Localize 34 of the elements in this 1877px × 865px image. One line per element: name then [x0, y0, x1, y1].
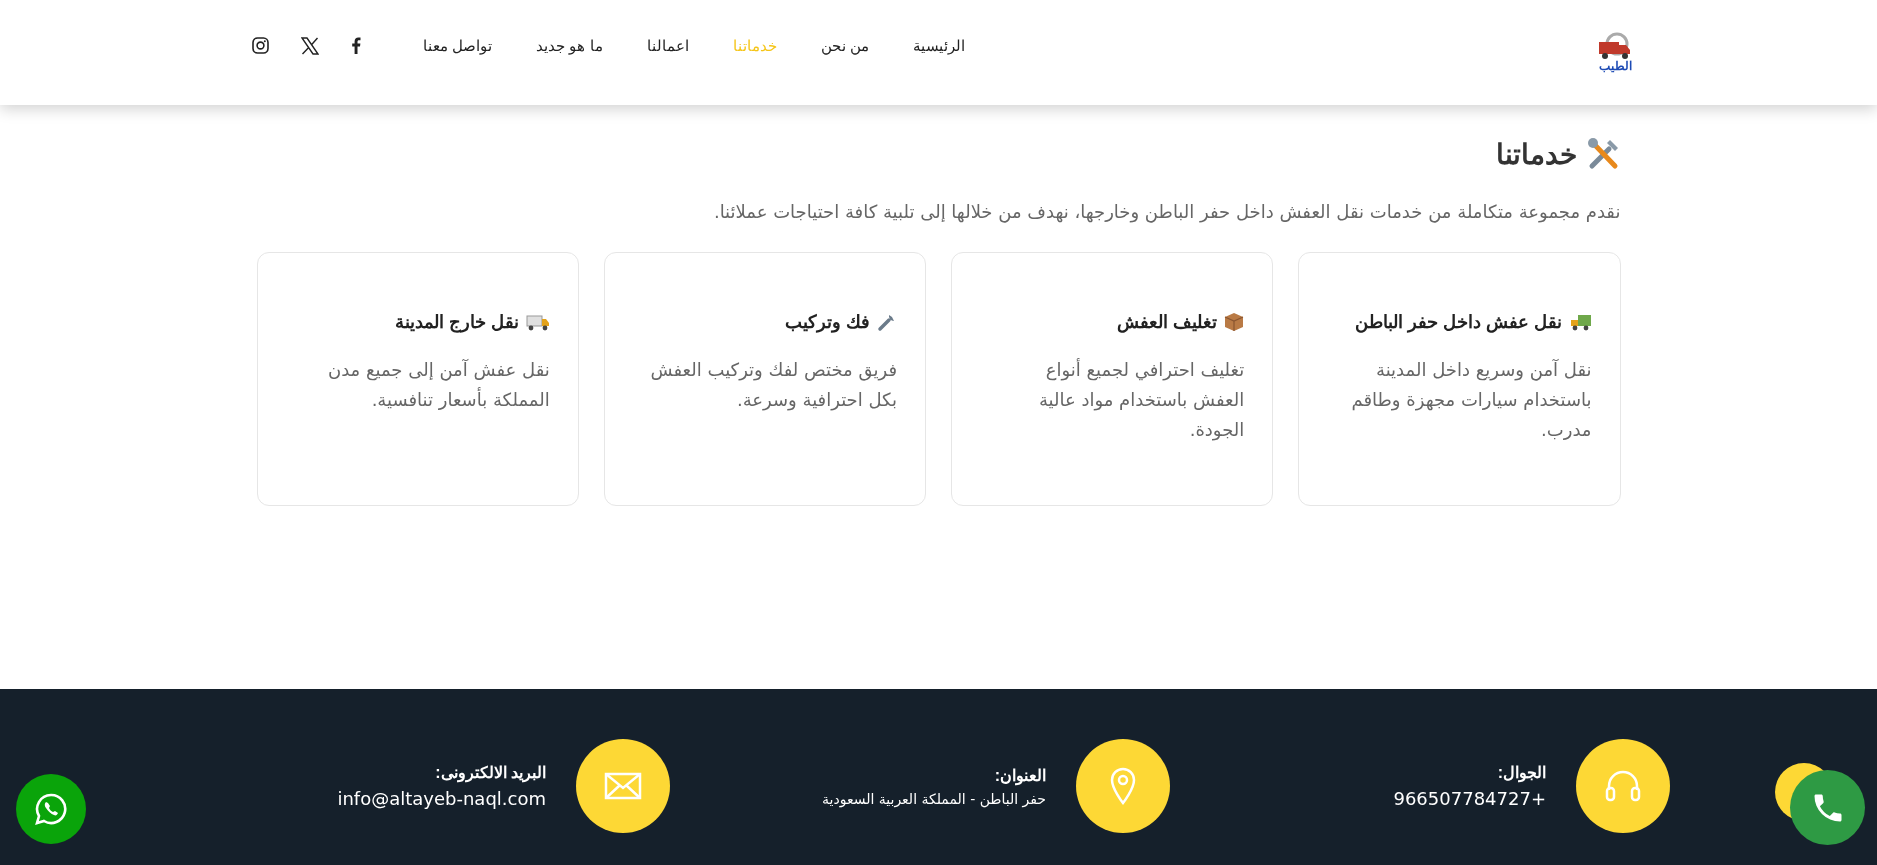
- nav-link[interactable]: من نحن: [820, 36, 869, 55]
- box-icon: [1224, 312, 1245, 333]
- facebook-icon[interactable]: [351, 37, 361, 54]
- wrench-icon: [877, 312, 897, 333]
- logo[interactable]: الطيب: [1593, 29, 1637, 80]
- card-text: نقل آمن وسريع داخل المدينة باستخدام سيارات مجهزة وطاقم مدرب.: [1350, 358, 1592, 443]
- card-title: فك وتركيب: [785, 311, 870, 334]
- card-text: تغليف احترافي لجميع أنواع العفش باستخدام مواد عالية الجودة.: [1037, 357, 1245, 443]
- contact-label: العنوان:: [993, 765, 1046, 785]
- truck-icon: [525, 313, 550, 332]
- contact-value: حفر الباطن - المملكة العربية السعودية: [822, 790, 1046, 807]
- contact-value: +966507784727: [1393, 788, 1546, 809]
- card-title: نقل خارج المدينة: [394, 311, 519, 334]
- tools-icon: [1586, 137, 1621, 171]
- contact-label: الجوال:: [1496, 763, 1546, 782]
- card-text: فريق مختص لفك وتركيب العفش بكل احترافية وسرعة.: [649, 358, 897, 413]
- location-pin-icon: [1108, 766, 1138, 806]
- nav-link[interactable]: اعمالنا: [646, 36, 689, 55]
- nav-link[interactable]: الرئيسية: [912, 36, 965, 55]
- contact-value: info@altayeb-naql.com: [337, 788, 546, 809]
- section-title: خدماتنا: [1495, 137, 1577, 171]
- card-text: نقل عفش آمن إلى جميع مدن المملكة بأسعار تنافسية.: [326, 358, 550, 413]
- card-title: نقل عفش داخل حفر الباطن: [1355, 311, 1563, 334]
- contact-label: البريد الالكترونى:: [434, 763, 546, 782]
- nav-link[interactable]: تواصل معنا: [423, 36, 493, 55]
- logo-text: الطيب: [1598, 59, 1632, 72]
- section-description: نقدم مجموعة متكاملة من خدمات نقل العفش داخل حفر الباطن وخارجها، نهدف من خلالها إلى تلبية كافة احتياجات عملائنا.: [712, 200, 1621, 225]
- truck-icon: [1569, 313, 1592, 332]
- nav-link[interactable]: ما هو جديد: [536, 36, 603, 55]
- instagram-icon[interactable]: [252, 37, 269, 54]
- x-logo-icon[interactable]: [301, 36, 319, 55]
- envelope-icon: [603, 771, 643, 801]
- card-title: تغليف العفش: [1117, 311, 1218, 334]
- whatsapp-icon: [34, 792, 68, 826]
